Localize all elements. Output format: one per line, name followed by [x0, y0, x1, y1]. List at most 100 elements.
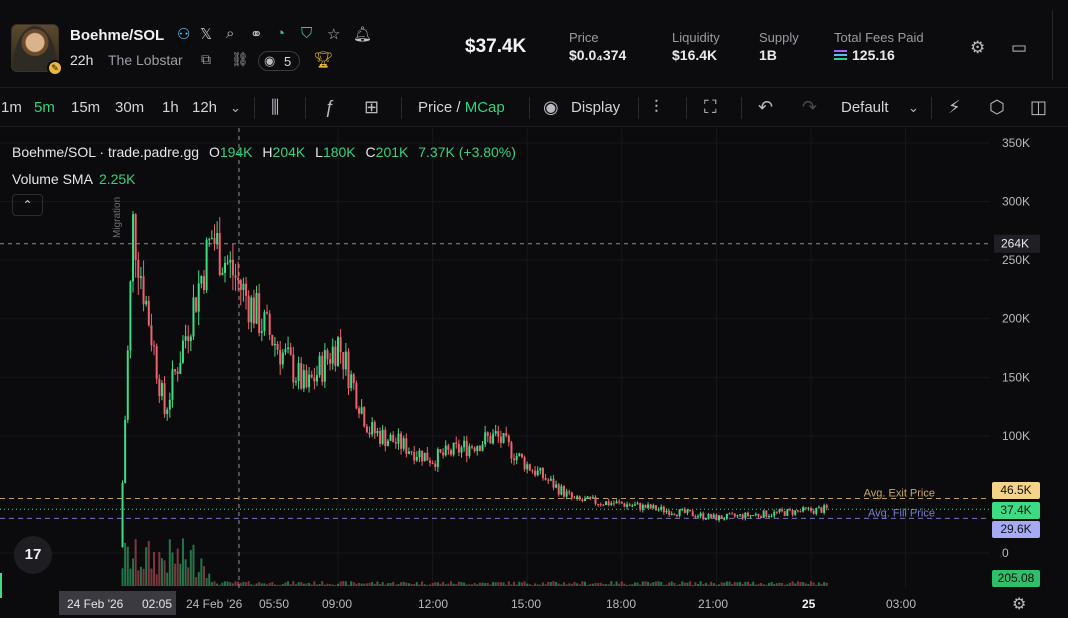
- redo-icon[interactable]: ↷: [802, 97, 817, 118]
- volume-bar: [807, 584, 810, 586]
- y-tick-label: 300K: [1002, 195, 1030, 209]
- timeframe-5m[interactable]: 5m: [34, 99, 55, 116]
- volume-bar: [176, 548, 179, 586]
- layout-icon[interactable]: ▭: [1011, 38, 1027, 58]
- collapse-legend-button[interactable]: ⌃: [12, 194, 43, 216]
- volume-bar: [355, 583, 358, 586]
- chart-settings-icon[interactable]: ⚙: [1012, 594, 1026, 614]
- volume-bar: [263, 583, 266, 586]
- star-icon[interactable]: ☆: [327, 25, 340, 43]
- link-icon[interactable]: ⚭: [250, 25, 263, 43]
- candle-body-down: [405, 438, 408, 454]
- volume-bar: [449, 581, 452, 586]
- camera-icon[interactable]: ◫: [1030, 97, 1047, 118]
- undo-icon[interactable]: ↶: [758, 97, 773, 118]
- timeframe-1h[interactable]: 1h: [162, 99, 179, 116]
- x-icon[interactable]: 𝕏: [200, 25, 212, 43]
- candle-body-up: [132, 214, 135, 282]
- chevron-down-icon[interactable]: ⌄: [230, 100, 241, 116]
- settings-icon[interactable]: ⚙: [970, 38, 985, 58]
- x-tick-label: 03:00: [886, 597, 916, 611]
- fullscreen-icon[interactable]: ⛶: [704, 97, 717, 118]
- template-select[interactable]: Default: [841, 99, 889, 116]
- candle-body-up: [331, 346, 334, 364]
- candle-body-up: [817, 507, 820, 509]
- volume-bar: [584, 581, 587, 586]
- search-icon[interactable]: ⌕: [226, 25, 234, 42]
- candle-body-down: [520, 453, 523, 458]
- volume-bar: [436, 582, 439, 586]
- candle-body-down: [497, 431, 500, 437]
- bell-icon[interactable]: 🔔︎: [353, 25, 372, 43]
- close-label: C: [365, 144, 376, 160]
- candle-body-down: [757, 514, 760, 517]
- volume-bar: [205, 577, 208, 586]
- volume-bar: [796, 581, 799, 586]
- zap-icon[interactable]: ⚡︎: [948, 97, 961, 118]
- price-mcap-toggle[interactable]: Price / MCap: [418, 99, 505, 116]
- volume-bar: [431, 583, 434, 586]
- watchers-pill[interactable]: ◉ 5: [258, 51, 300, 71]
- chart-area[interactable]: 350K 300K 250K 200K 150K 100K 0 264K Avg. Exit P…: [0, 128, 1068, 618]
- sliders-icon[interactable]: ⫶: [654, 97, 659, 118]
- creator-name[interactable]: The Lobstar: [108, 52, 183, 68]
- candle-body-up: [536, 470, 539, 476]
- timeframe-12h[interactable]: 12h: [192, 99, 217, 116]
- candle-body-up: [744, 512, 747, 519]
- watchers-count: 5: [284, 54, 292, 69]
- community-icon[interactable]: ⚇: [177, 25, 190, 43]
- x-tick-label: 25: [802, 597, 816, 611]
- timeframe-30m[interactable]: 30m: [115, 99, 144, 116]
- candle-body-down: [578, 496, 581, 500]
- price-toggle-label: Price: [418, 99, 453, 116]
- volume-bar: [610, 581, 613, 586]
- candle-body-up: [371, 422, 374, 435]
- candle-body-up: [226, 262, 229, 264]
- candle-body-down: [528, 464, 531, 471]
- timeframe-15m[interactable]: 15m: [71, 99, 100, 116]
- candle-body-down: [426, 452, 429, 461]
- candle-body-up: [631, 505, 634, 507]
- volume-bar: [174, 563, 177, 586]
- volume-bar: [499, 582, 502, 586]
- candle-body-down: [239, 279, 242, 290]
- volume-bar: [489, 584, 492, 586]
- indicators-icon[interactable]: ƒ: [325, 97, 335, 118]
- tradingview-logo[interactable]: 17: [14, 536, 52, 574]
- hexagon-icon[interactable]: ⬡: [989, 97, 1005, 118]
- volume-bar: [528, 584, 531, 586]
- candle-body-down: [505, 433, 508, 436]
- chevron-down-icon[interactable]: ⌄: [908, 100, 919, 116]
- candlestick-chart[interactable]: 350K 300K 250K 200K 150K 100K 0 264K Avg. Exit P…: [0, 128, 1068, 618]
- candle-body-up: [605, 501, 608, 506]
- candle-body-down: [668, 510, 671, 515]
- volume-bar: [160, 558, 163, 586]
- volume-bar: [392, 581, 395, 586]
- candle-body-up: [255, 293, 258, 324]
- trophy-icon[interactable]: 🏆︎: [313, 50, 333, 70]
- candle-body-down: [142, 276, 145, 305]
- volume-bar: [455, 584, 458, 586]
- candle-body-down: [570, 492, 573, 498]
- candle-body-up: [179, 362, 182, 374]
- volume-bar: [294, 584, 297, 586]
- volume-bar: [139, 566, 142, 586]
- volume-bar: [302, 583, 305, 586]
- timeframe-1m[interactable]: 1m: [1, 99, 22, 116]
- copy-icon[interactable]: ⧉: [201, 51, 211, 68]
- chain-icon[interactable]: ⛓: [231, 51, 249, 68]
- volume-bar: [691, 584, 694, 586]
- eye-display-icon[interactable]: ◉: [543, 97, 559, 118]
- candle-body-up: [415, 456, 418, 461]
- volume-bar: [578, 584, 581, 586]
- templates-icon[interactable]: ⊞: [364, 97, 379, 118]
- candle-body-up: [360, 407, 363, 414]
- candles-icon[interactable]: ⫼: [271, 97, 279, 118]
- display-button[interactable]: Display: [571, 99, 620, 116]
- candle-body-down: [334, 346, 337, 366]
- shield-icon[interactable]: ⛉: [301, 25, 312, 42]
- volume-bar: [329, 584, 332, 586]
- volume-bar: [137, 570, 140, 586]
- candle-body-down: [292, 354, 295, 383]
- pie-icon[interactable]: ◔: [276, 25, 285, 42]
